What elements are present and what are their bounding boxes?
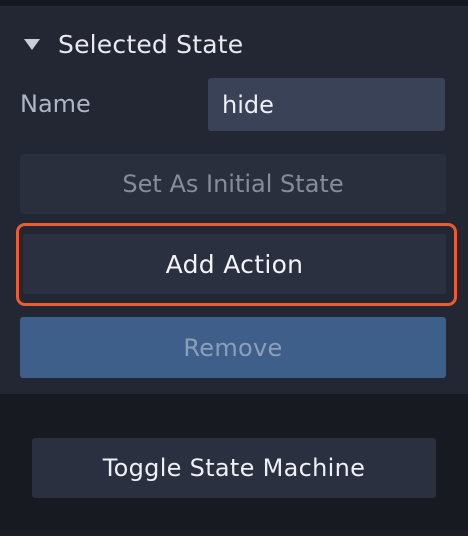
collapse-triangle-icon[interactable] xyxy=(24,39,40,50)
toggle-state-machine-button[interactable]: Toggle State Machine xyxy=(32,438,436,498)
name-input[interactable] xyxy=(208,78,445,131)
add-action-button[interactable]: Add Action xyxy=(23,234,446,294)
section-title: Selected State xyxy=(58,29,244,59)
set-initial-state-button[interactable]: Set As Initial State xyxy=(20,154,446,214)
name-label: Name xyxy=(20,90,91,118)
set-initial-state-label: Set As Initial State xyxy=(122,170,344,198)
remove-label: Remove xyxy=(183,333,283,362)
bottom-edge xyxy=(0,530,468,536)
add-action-label: Add Action xyxy=(165,249,304,279)
remove-button[interactable]: Remove xyxy=(20,317,446,378)
toggle-state-machine-label: Toggle State Machine xyxy=(102,454,366,482)
section-header[interactable]: Selected State xyxy=(24,28,243,60)
selected-state-panel: Selected State Name Set As Initial State… xyxy=(0,6,468,394)
